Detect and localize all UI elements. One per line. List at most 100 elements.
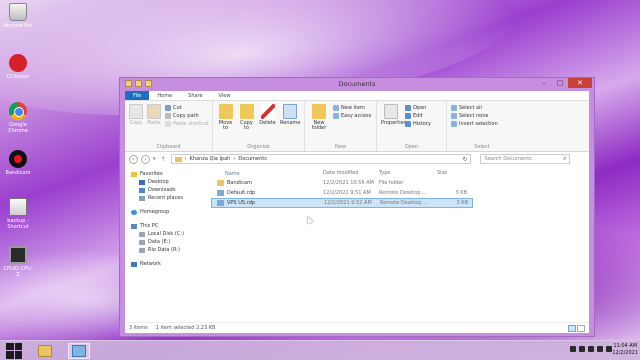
paste-shortcut-button[interactable]: Paste shortcut: [165, 121, 209, 127]
desktop-icon-bandicam[interactable]: Bandicam: [2, 150, 34, 176]
delete-icon: [260, 104, 275, 119]
copy-icon: [129, 104, 143, 119]
homegroup-icon: [131, 209, 137, 215]
ribbon-group-open: Properties Open Edit History Open: [377, 101, 447, 151]
desktop-icon-chrome[interactable]: Google Chrome: [2, 102, 34, 134]
select-all-button[interactable]: Select all: [451, 105, 498, 111]
chrome-icon: [9, 102, 27, 120]
tab-view[interactable]: View: [211, 91, 239, 100]
network-icon[interactable]: [597, 346, 603, 352]
system-tray: [570, 346, 612, 352]
status-item-count: 3 items: [129, 325, 148, 331]
properties-label: Properties: [381, 120, 407, 126]
tray-bandicam-icon[interactable]: [588, 346, 594, 352]
desktop-icon-recycle-bin[interactable]: Recycle Bin: [2, 3, 34, 29]
tray-arrow-icon[interactable]: [570, 346, 576, 352]
new-item-button[interactable]: New item: [333, 105, 371, 111]
refresh-icon[interactable]: ↻: [462, 156, 467, 163]
mouse-pointer: [304, 215, 314, 224]
clock[interactable]: 11:04 AM 12/2/2021: [612, 343, 638, 357]
cut-label: Cut: [173, 105, 182, 111]
ribbon: Copy Paste Cut Copy path Paste shortcut …: [125, 101, 589, 152]
large-icons-view-button[interactable]: [577, 325, 585, 332]
folder-icon: [217, 180, 224, 186]
history-button[interactable]: History: [405, 121, 431, 127]
clock-time: 11:04 AM: [613, 343, 638, 349]
file-row[interactable]: Bandicam 12/2/2021 10:56 AM File folder: [211, 178, 589, 188]
invert-selection-button[interactable]: Invert selection: [451, 121, 498, 127]
copy-label: Copy: [129, 120, 143, 126]
ribbon-tabs: File Home Share View: [125, 91, 589, 101]
desktop-icon-cpuz[interactable]: CPUID CPU-Z: [2, 246, 34, 278]
tab-home[interactable]: Home: [149, 91, 180, 100]
minimize-button[interactable]: –: [536, 78, 552, 88]
column-type[interactable]: Type: [379, 170, 437, 178]
up-button[interactable]: ↑: [159, 155, 168, 164]
nav-label: Rio Data (R:): [148, 247, 180, 253]
details-view-button[interactable]: [568, 325, 576, 332]
rdp-file-icon: [217, 190, 224, 196]
copy-path-button[interactable]: Copy path: [165, 113, 209, 119]
tab-share[interactable]: Share: [180, 91, 210, 100]
start-button[interactable]: [6, 342, 22, 359]
nav-this-pc[interactable]: This PC: [131, 222, 203, 230]
select-all-label: Select all: [459, 105, 482, 111]
tab-file[interactable]: File: [125, 91, 150, 100]
file-size: 3 KB: [456, 200, 468, 206]
taskbar-active-window[interactable]: [68, 342, 90, 359]
forward-button[interactable]: ›: [141, 154, 150, 164]
select-all-icon: [451, 105, 457, 111]
rename-label: Rename: [280, 120, 301, 126]
column-date-modified[interactable]: Date modified: [323, 170, 379, 178]
nav-data-e[interactable]: Data (E:): [131, 238, 203, 246]
back-button[interactable]: ‹: [129, 154, 138, 164]
nav-favorites[interactable]: Favorites: [131, 170, 203, 178]
address-bar[interactable]: › Khanza Qia Ipah › Documents ↻: [170, 154, 471, 164]
file-row[interactable]: Default.rdp 12/2/2021 9:51 AM Remote Des…: [211, 188, 589, 198]
edit-icon: [405, 113, 411, 119]
search-box[interactable]: Search Documents ⌕: [479, 154, 570, 164]
desktop-icon-label: CCleaner: [6, 74, 30, 80]
nav-network[interactable]: Network: [131, 260, 203, 268]
recent-locations-dropdown[interactable]: ▾: [153, 156, 156, 162]
breadcrumb-root[interactable]: Khanza Qia Ipah: [190, 156, 231, 162]
select-none-icon: [451, 113, 457, 119]
nav-homegroup[interactable]: Homegroup: [131, 208, 203, 216]
clock-date: 12/2/2021: [612, 350, 638, 356]
desktop-icon-backup-shortcut[interactable]: backup - Shortcut: [2, 198, 34, 230]
taskbar-file-explorer[interactable]: [34, 343, 56, 359]
cpuz-icon: [9, 246, 27, 264]
nav-desktop[interactable]: Desktop: [131, 178, 203, 186]
nav-rio-data[interactable]: Rio Data (R:): [131, 246, 203, 254]
edit-button[interactable]: Edit: [405, 113, 431, 119]
desktop-icon-ccleaner[interactable]: CCleaner: [2, 54, 34, 80]
bandicam-icon: [9, 150, 27, 168]
file-list: Name Date modified Type Size Bandicam 12…: [203, 166, 589, 322]
ribbon-group-select: Select all Select none Invert selection …: [447, 101, 517, 151]
select-none-button[interactable]: Select none: [451, 113, 498, 119]
cut-button[interactable]: Cut: [165, 105, 209, 111]
close-button[interactable]: ✕: [568, 78, 592, 88]
column-size[interactable]: Size: [437, 170, 467, 178]
group-label-new: New: [335, 144, 346, 150]
tray-flag-icon[interactable]: [579, 346, 585, 352]
desktop-icon-label: CPUID CPU-Z: [3, 266, 33, 278]
file-row-selected[interactable]: VPS US.rdp 12/2/2021 9:52 AM Remote Desk…: [211, 198, 473, 208]
search-icon: ⌕: [563, 155, 567, 162]
copy-to-label: Copy to: [240, 120, 253, 131]
file-name: Default.rdp: [227, 190, 256, 196]
explorer-window: Documents – □ ✕ File Home Share View Cop…: [119, 77, 595, 337]
nav-recent-places[interactable]: Recent places: [131, 194, 203, 202]
nav-local-disk[interactable]: Local Disk (C:): [131, 230, 203, 238]
volume-icon[interactable]: [606, 346, 612, 352]
maximize-button[interactable]: □: [552, 78, 568, 88]
breadcrumb-current[interactable]: Documents: [238, 156, 267, 162]
column-name[interactable]: Name: [211, 170, 323, 178]
nav-downloads[interactable]: Downloads: [131, 186, 203, 194]
title-bar[interactable]: Documents – □ ✕: [120, 78, 594, 91]
open-button[interactable]: Open: [405, 105, 431, 111]
nav-label: Network: [140, 261, 161, 267]
easy-access-button[interactable]: Easy access: [333, 113, 371, 119]
edit-label: Edit: [413, 113, 423, 119]
network-icon: [131, 261, 137, 267]
